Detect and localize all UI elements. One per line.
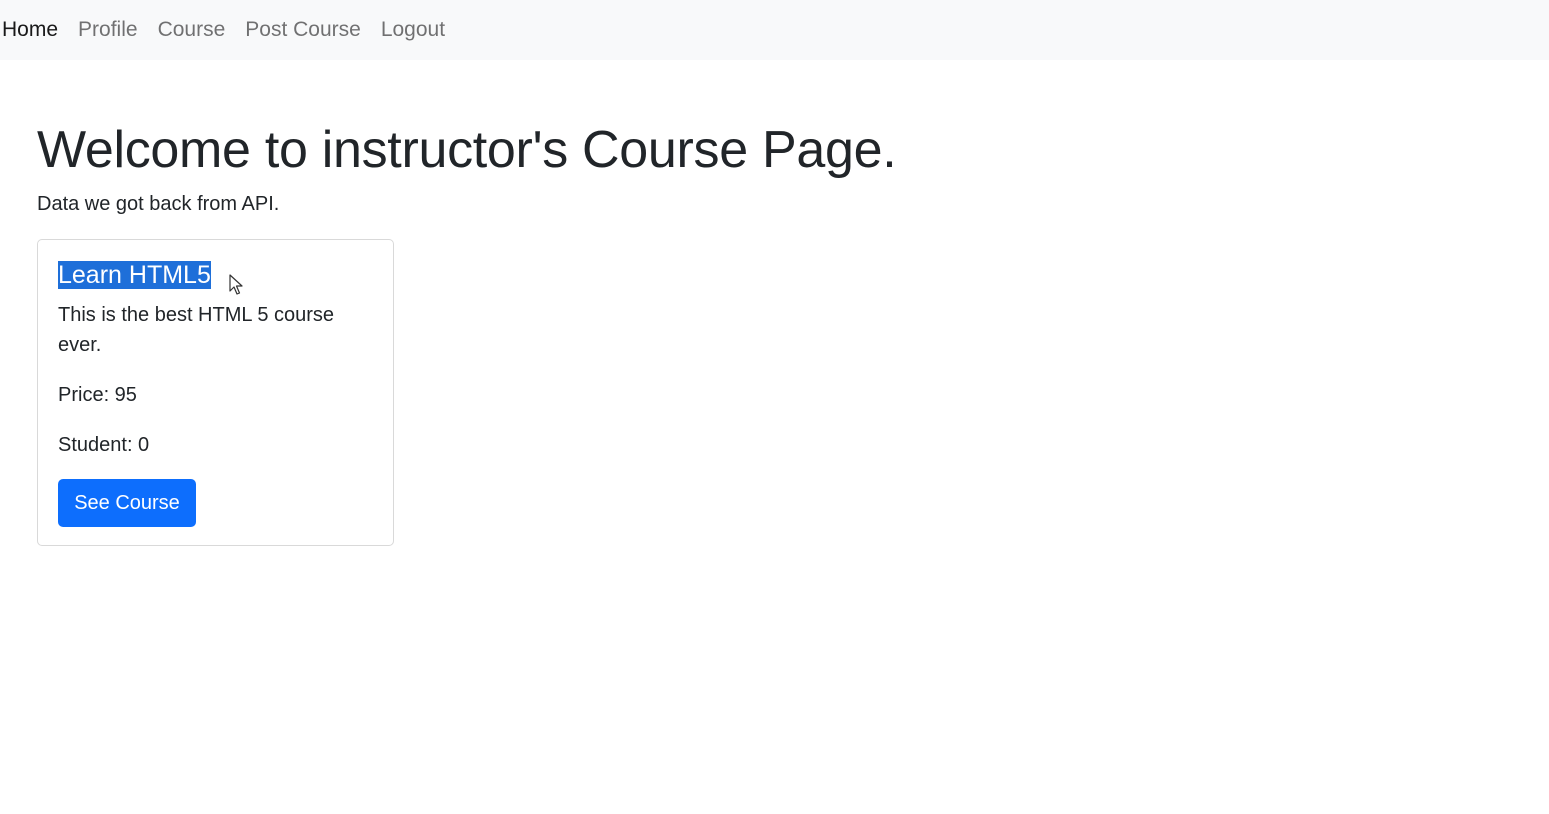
- page-subtitle: Data we got back from API.: [37, 193, 280, 215]
- nav-course[interactable]: Course: [158, 18, 226, 42]
- nav-post-course[interactable]: Post Course: [245, 18, 361, 42]
- mouse-pointer-icon: [229, 274, 243, 295]
- course-title: Learn HTML5: [58, 260, 211, 290]
- course-card: Learn HTML5 This is the best HTML 5 cour…: [37, 239, 394, 546]
- see-course-button[interactable]: See Course: [58, 479, 196, 527]
- nav-profile[interactable]: Profile: [78, 18, 138, 42]
- course-title-text: Learn HTML5: [58, 261, 211, 289]
- page-title: Welcome to instructor's Course Page.: [37, 121, 897, 179]
- course-students: Student: 0: [58, 434, 150, 456]
- navbar: Home Profile Course Post Course Logout: [0, 0, 1549, 60]
- course-price: Price: 95: [58, 384, 137, 406]
- course-description: This is the best HTML 5 course ever.: [58, 304, 335, 356]
- nav-logout[interactable]: Logout: [381, 18, 445, 42]
- nav-home[interactable]: Home: [2, 18, 58, 42]
